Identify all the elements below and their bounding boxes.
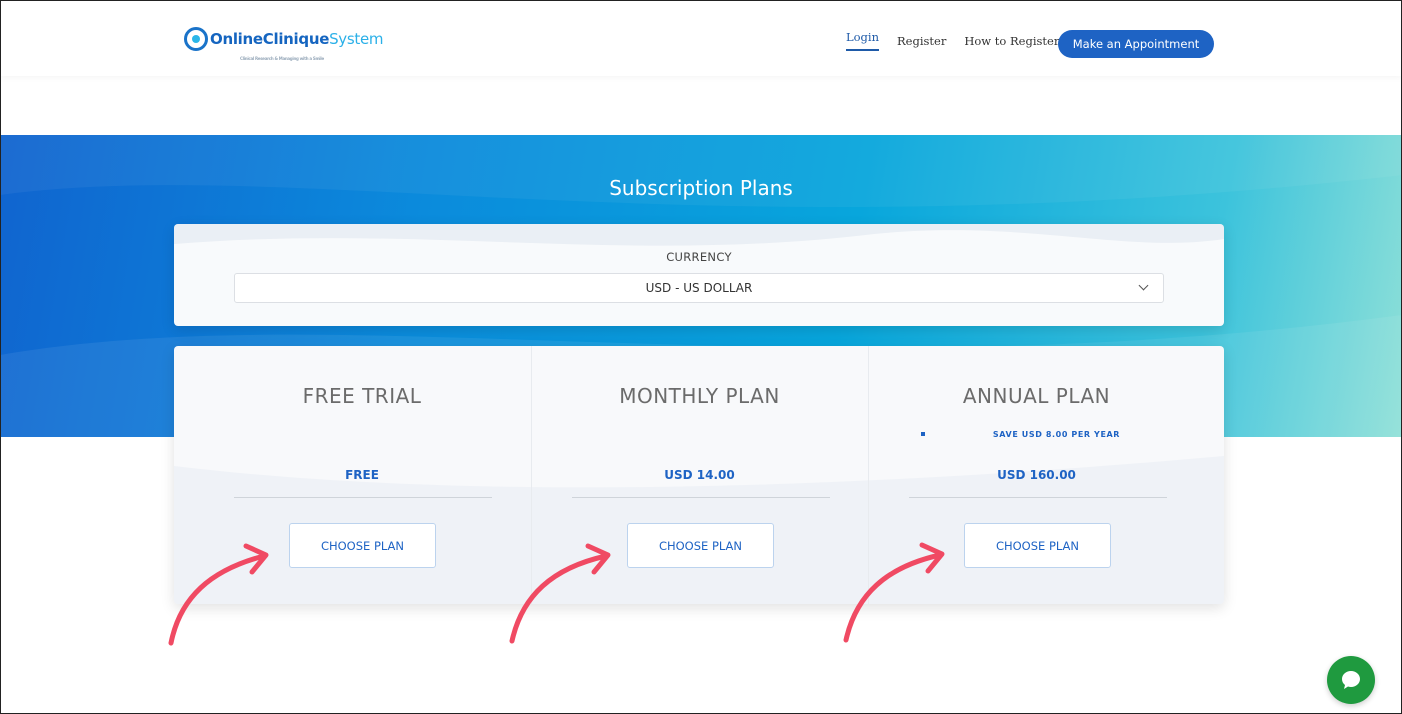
arrow-annotation-icon bbox=[843, 542, 945, 643]
chat-bubble-icon bbox=[1342, 671, 1360, 689]
annotation-arrows bbox=[168, 542, 945, 646]
arrow-annotation-icon bbox=[168, 543, 269, 646]
chat-launcher-button[interactable] bbox=[1327, 656, 1375, 704]
arrow-annotation-icon bbox=[509, 543, 611, 644]
